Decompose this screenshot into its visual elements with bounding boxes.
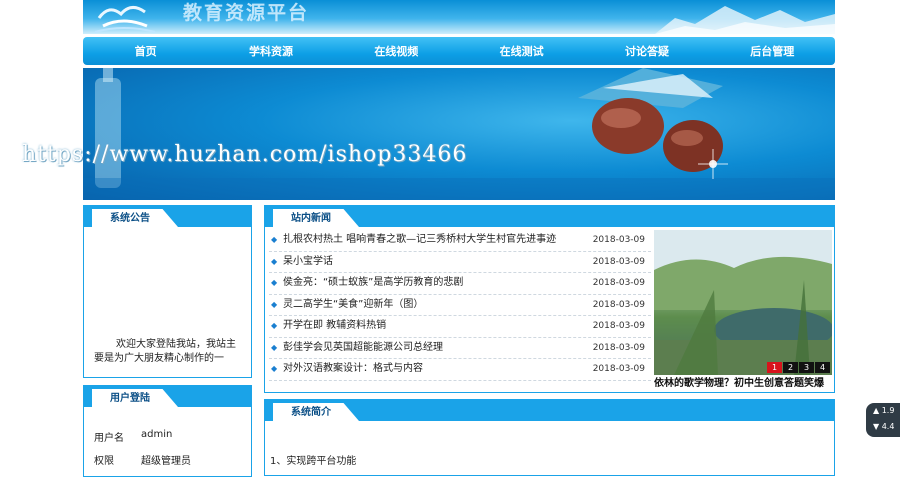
bullet-icon: ◆ — [271, 299, 278, 309]
news-date: 2018-03-09 — [592, 299, 645, 310]
news-item[interactable]: ◆ 侯金亮：“硕士蚁族”是高学历教育的悲剧 2018-03-09 — [269, 273, 651, 295]
news-item[interactable]: ◆ 扎根农村热土 唱响青春之歌—记三秀桥村大学生村官先进事迹 2018-03-09 — [269, 230, 651, 252]
banner-illustration — [83, 68, 835, 200]
main-nav: 首页 学科资源 在线视频 在线测试 讨论答疑 后台管理 — [83, 37, 835, 65]
nav-admin[interactable]: 后台管理 — [722, 43, 822, 59]
nav-online-video[interactable]: 在线视频 — [346, 43, 446, 59]
login-panel-header: 用户登陆 — [84, 386, 251, 407]
role-value: 超级管理员 — [141, 456, 191, 467]
intro-panel-header: 系统简介 — [265, 400, 834, 421]
notice-panel-header: 系统公告 — [84, 206, 251, 227]
news-title[interactable]: 彭佳学会见英国超能能源公司总经理 — [283, 338, 443, 358]
site-header: 教育资源平台 — [83, 0, 835, 34]
news-list: ◆ 扎根农村热土 唱响青春之歌—记三秀桥村大学生村官先进事迹 2018-03-09 … — [269, 230, 651, 381]
news-date: 2018-03-09 — [592, 235, 645, 245]
pager-button-3[interactable]: 3 — [799, 362, 814, 373]
intro-panel: 系统简介 1、实现跨平台功能 — [264, 399, 835, 476]
bullet-icon: ◆ — [271, 321, 278, 330]
pager-button-2[interactable]: 2 — [783, 362, 798, 373]
park-scene-illustration — [654, 230, 832, 375]
news-title[interactable]: 侯金亮：“硕士蚁族”是高学历教育的悲剧 — [283, 273, 463, 293]
mountain-illustration — [655, 6, 835, 34]
bullet-icon: ◆ — [271, 256, 278, 266]
news-date: 2018-03-09 — [592, 278, 645, 288]
news-date: 2018-03-09 — [592, 256, 645, 267]
nav-subject-resources[interactable]: 学科资源 — [221, 43, 321, 59]
nav-home[interactable]: 首页 — [96, 43, 196, 59]
floating-speed-widget[interactable]: ▲ 1.9 ▼ 4.4 — [866, 403, 900, 437]
slideshow-caption[interactable]: 依林的歌学物理？初中生创意答题笑爆 — [654, 374, 832, 389]
bullet-icon: ◆ — [271, 364, 278, 373]
notice-panel-title: 系统公告 — [92, 209, 178, 227]
news-panel-header: 站内新闻 — [265, 206, 834, 227]
news-date: 2018-03-09 — [592, 342, 645, 353]
widget-upload-rate: ▲ 1.9 — [873, 406, 895, 415]
role-label: 权限 — [94, 456, 114, 467]
username-value: admin — [141, 429, 173, 440]
news-title[interactable]: 开学在即 教辅资料热销 — [283, 316, 386, 336]
news-item[interactable]: ◆ 呆小宝学话 2018-03-09 — [269, 252, 651, 273]
login-panel-title: 用户登陆 — [92, 389, 178, 407]
news-item[interactable]: ◆ 灵二高学生“美食”迎新年（图） 2018-03-09 — [269, 295, 651, 316]
news-item[interactable]: ◆ 对外汉语教案设计：格式与内容 2018-03-09 — [269, 359, 651, 381]
nav-discussion[interactable]: 讨论答疑 — [597, 43, 697, 59]
news-panel: 站内新闻 ◆ 扎根农村热土 唱响青春之歌—记三秀桥村大学生村官先进事迹 2018-0… — [264, 205, 835, 393]
news-title[interactable]: 扎根农村热土 唱响青春之歌—记三秀桥村大学生村官先进事迹 — [283, 230, 556, 250]
role-row: 权限 超级管理员 — [94, 452, 191, 467]
widget-download-rate: ▼ 4.4 — [873, 422, 895, 431]
news-item[interactable]: ◆ 彭佳学会见英国超能能源公司总经理 2018-03-09 — [269, 338, 651, 359]
intro-panel-title: 系统简介 — [273, 403, 359, 421]
news-title[interactable]: 呆小宝学话 — [283, 252, 333, 272]
bullet-icon: ◆ — [271, 342, 278, 352]
news-item[interactable]: ◆ 开学在即 教辅资料热销 2018-03-09 — [269, 316, 651, 338]
notice-text: 欢迎大家登陆我站，我站主要是为广大朋友精心制作的一 — [94, 339, 236, 364]
slideshow-pager: 1 2 3 4 — [767, 362, 830, 373]
nav-online-test[interactable]: 在线测试 — [472, 43, 572, 59]
news-slideshow-image[interactable]: 1 2 3 4 — [654, 230, 832, 375]
bullet-icon: ◆ — [271, 278, 278, 287]
username-row: 用户名 admin — [94, 429, 172, 444]
pager-button-4[interactable]: 4 — [815, 362, 830, 373]
news-date: 2018-03-09 — [592, 321, 645, 331]
logo-icon — [94, 6, 156, 33]
site-title: 教育资源平台 — [183, 2, 310, 24]
notice-panel: 系统公告 欢迎大家登陆我站，我站主要是为广大朋友精心制作的一 — [83, 205, 252, 378]
pager-button-1[interactable]: 1 — [767, 362, 782, 373]
news-title[interactable]: 灵二高学生“美食”迎新年（图） — [283, 295, 423, 315]
news-panel-title: 站内新闻 — [273, 209, 359, 227]
username-label: 用户名 — [94, 433, 124, 444]
watermark-text: https://www.huzhan.com/ishop33466 — [22, 142, 468, 167]
login-panel: 用户登陆 用户名 admin 权限 超级管理员 — [83, 385, 252, 477]
news-date: 2018-03-09 — [592, 364, 645, 374]
intro-line-1: 1、实现跨平台功能 — [270, 456, 357, 467]
bullet-icon: ◆ — [271, 235, 278, 244]
news-title[interactable]: 对外汉语教案设计：格式与内容 — [283, 359, 423, 379]
banner-image — [83, 68, 835, 200]
